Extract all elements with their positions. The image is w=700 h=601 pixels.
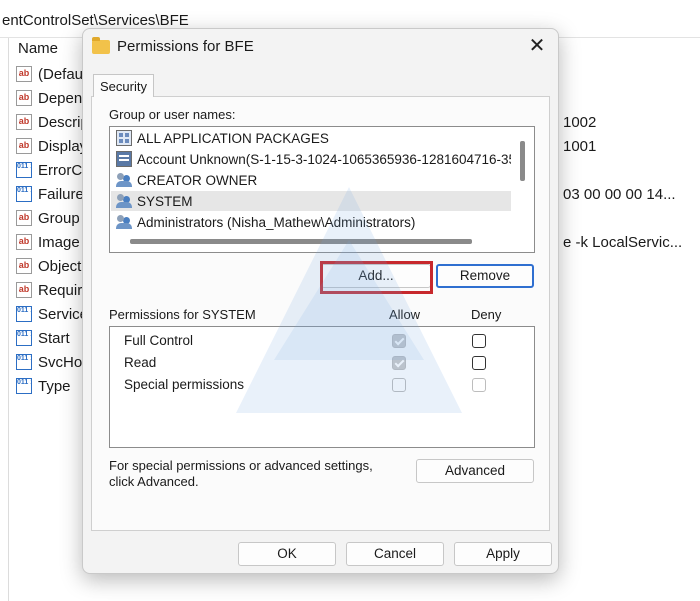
binary-value-icon (16, 306, 32, 322)
advanced-hint-text: click Advanced. (109, 474, 199, 489)
registry-row[interactable]: Type (16, 375, 71, 397)
registry-data-value: 1001 (563, 138, 597, 155)
binary-value-icon (16, 330, 32, 346)
vertical-scrollbar[interactable] (520, 141, 525, 181)
registry-row-name: Start (38, 329, 70, 347)
registry-row[interactable]: Failure (16, 183, 84, 205)
registry-row-name: Depen (38, 89, 83, 107)
string-value-icon (16, 114, 32, 130)
package-icon (116, 130, 132, 146)
registry-row[interactable]: SvcHos (16, 351, 90, 373)
string-value-icon (16, 258, 32, 274)
registry-row-name: Service (38, 305, 89, 323)
string-value-icon (16, 138, 32, 154)
registry-data-value: 1002 (563, 114, 597, 131)
user-list-item[interactable]: Administrators (Nisha_Mathew\Administrat… (111, 212, 511, 232)
group-icon (116, 193, 132, 209)
registry-row[interactable]: Object (16, 255, 81, 277)
string-value-icon (16, 66, 32, 82)
user-list-item[interactable]: Account Unknown(S-1-15-3-1024-1065365936… (111, 149, 511, 169)
group-icon (116, 172, 132, 188)
account-icon (116, 151, 132, 167)
cancel-button[interactable]: Cancel (346, 542, 444, 566)
user-list-item[interactable]: ALL APPLICATION PACKAGES (111, 128, 511, 148)
user-name: CREATOR OWNER (137, 172, 258, 188)
advanced-hint-text: For special permissions or advanced sett… (109, 458, 373, 473)
horizontal-scrollbar[interactable] (130, 239, 472, 244)
registry-row-name: Requir (38, 281, 83, 299)
permissions-for-label: Permissions for SYSTEM (109, 307, 256, 322)
registry-row-name: Image (38, 233, 80, 251)
registry-data-value: 03 00 00 00 14... (563, 186, 676, 203)
advanced-button[interactable]: Advanced (416, 459, 534, 483)
column-header-name[interactable]: Name (18, 40, 58, 57)
binary-value-icon (16, 378, 32, 394)
remove-button[interactable]: Remove (436, 264, 534, 288)
registry-row-name: Display (38, 137, 88, 155)
dialog-title: Permissions for BFE (117, 38, 254, 55)
deny-column-header: Deny (471, 307, 502, 322)
permission-name: Special permissions (124, 377, 245, 392)
user-list-item[interactable]: CREATOR OWNER (111, 170, 511, 190)
registry-row-name: Object (38, 257, 82, 275)
deny-checkbox[interactable] (472, 334, 486, 348)
binary-value-icon (16, 354, 32, 370)
close-icon[interactable]: ✕ (526, 35, 548, 57)
apply-button[interactable]: Apply (454, 542, 552, 566)
binary-value-icon (16, 162, 32, 178)
registry-row[interactable]: Depen (16, 87, 82, 109)
tab-security[interactable]: Security (93, 74, 154, 97)
registry-row[interactable]: Start (16, 327, 70, 349)
deny-checkbox[interactable] (472, 356, 486, 370)
registry-row[interactable]: Display (16, 135, 87, 157)
registry-row-name: Failure (38, 185, 84, 203)
registry-row-name: Type (38, 377, 71, 395)
registry-row[interactable]: ErrorCo (16, 159, 91, 181)
registry-row-name: Group (38, 209, 80, 227)
folder-icon (92, 37, 110, 54)
registry-row[interactable]: (Defau (16, 63, 83, 85)
registry-row[interactable]: Image (16, 231, 80, 253)
group-or-user-names-label: Group or user names: (109, 107, 236, 122)
registry-data-value: e -k LocalServic... (563, 234, 683, 251)
registry-row[interactable]: Requir (16, 279, 82, 301)
deny-checkbox (472, 378, 486, 392)
registry-row[interactable]: Service (16, 303, 88, 325)
group-icon (116, 214, 132, 230)
registry-row[interactable]: Descrip (16, 111, 89, 133)
permission-name: Read (124, 355, 157, 370)
permission-name: Full Control (124, 333, 194, 348)
registry-row-name: (Defau (38, 65, 84, 83)
ok-button[interactable]: OK (238, 542, 336, 566)
user-list-item-selected[interactable]: SYSTEM (111, 191, 511, 211)
string-value-icon (16, 234, 32, 250)
dialog-titlebar[interactable]: Permissions for BFE ✕ (83, 29, 558, 65)
user-name: Account Unknown(S-1-15-3-1024-1065365936… (137, 151, 511, 167)
user-list[interactable]: ALL APPLICATION PACKAGES Account Unknown… (109, 126, 535, 253)
user-name: SYSTEM (137, 193, 193, 209)
binary-value-icon (16, 186, 32, 202)
string-value-icon (16, 90, 32, 106)
registry-row[interactable]: Group (16, 207, 80, 229)
string-value-icon (16, 282, 32, 298)
user-name: ALL APPLICATION PACKAGES (137, 130, 329, 146)
string-value-icon (16, 210, 32, 226)
user-name: Administrators (Nisha_Mathew\Administrat… (137, 214, 416, 230)
